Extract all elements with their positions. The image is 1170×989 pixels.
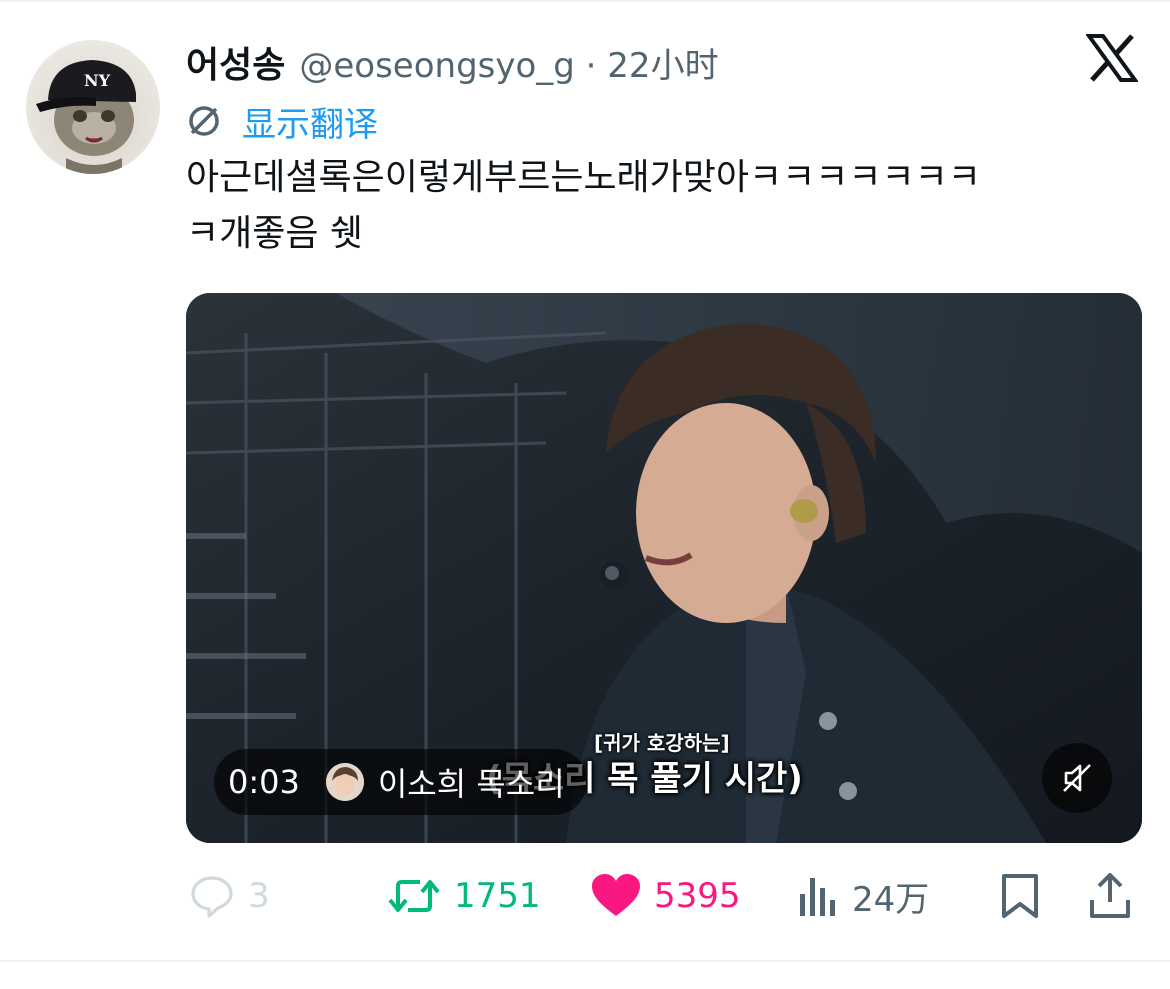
like-button[interactable]: 5395 [590,860,741,932]
author-row: 어성송 @eoseongsyo_g · 22小时 [186,36,719,87]
uploader-name: 이소희 목소리 [377,765,565,803]
share-button[interactable] [1088,860,1132,932]
author-name[interactable]: 어성송 [186,36,285,88]
author-avatar[interactable]: NY [26,40,160,174]
views-icon [800,878,835,916]
author-handle[interactable]: @eoseongsyo_g · 22小时 [299,38,718,87]
retweet-count: 1751 [454,876,541,916]
reply-count: 3 [248,876,270,916]
video-time: 0:03 [228,763,300,801]
mute-icon [1063,764,1091,792]
video-player[interactable]: [귀가 호강하는] (목소리 목 풀기 시간) 0:03 이소희 목소리 [186,293,1142,843]
tweet-text-line-2: ㅋ개좋음 쉣 [186,213,364,254]
svg-text:NY: NY [84,71,111,90]
like-icon [592,874,640,916]
bottom-divider [0,960,1170,962]
share-icon [1090,873,1130,918]
translate-icon [189,106,219,136]
bookmark-button[interactable] [998,860,1042,932]
retweet-icon [388,880,440,912]
uploader-avatar [325,763,364,801]
reply-icon [191,876,233,918]
views-button[interactable]: 24万 [796,860,929,932]
show-translation-link[interactable]: 显示翻译 [242,97,378,146]
x-logo-icon[interactable] [1086,34,1138,82]
tweet-text-line-1: 아근데셜록은이렇게부르는노래가맞아ㅋㅋㅋㅋㅋㅋㅋ [186,157,981,198]
mute-button[interactable] [1042,743,1112,813]
action-bar: 3 1751 5395 24万 [0,860,1170,932]
tweet-text: 아근데셜록은이렇게부르는노래가맞아ㅋㅋㅋㅋㅋㅋㅋ ㅋ개좋음 쉣 [186,150,1146,262]
views-count: 24万 [852,879,930,920]
video-info-pill[interactable]: 0:03 이소희 목소리 [214,749,587,815]
top-divider [0,0,1170,2]
reply-button[interactable]: 3 [188,860,270,932]
like-count: 5395 [654,876,741,916]
bookmark-icon [1002,874,1038,918]
translate-row[interactable]: 显示翻译 [186,97,378,146]
retweet-button[interactable]: 1751 [386,860,541,932]
